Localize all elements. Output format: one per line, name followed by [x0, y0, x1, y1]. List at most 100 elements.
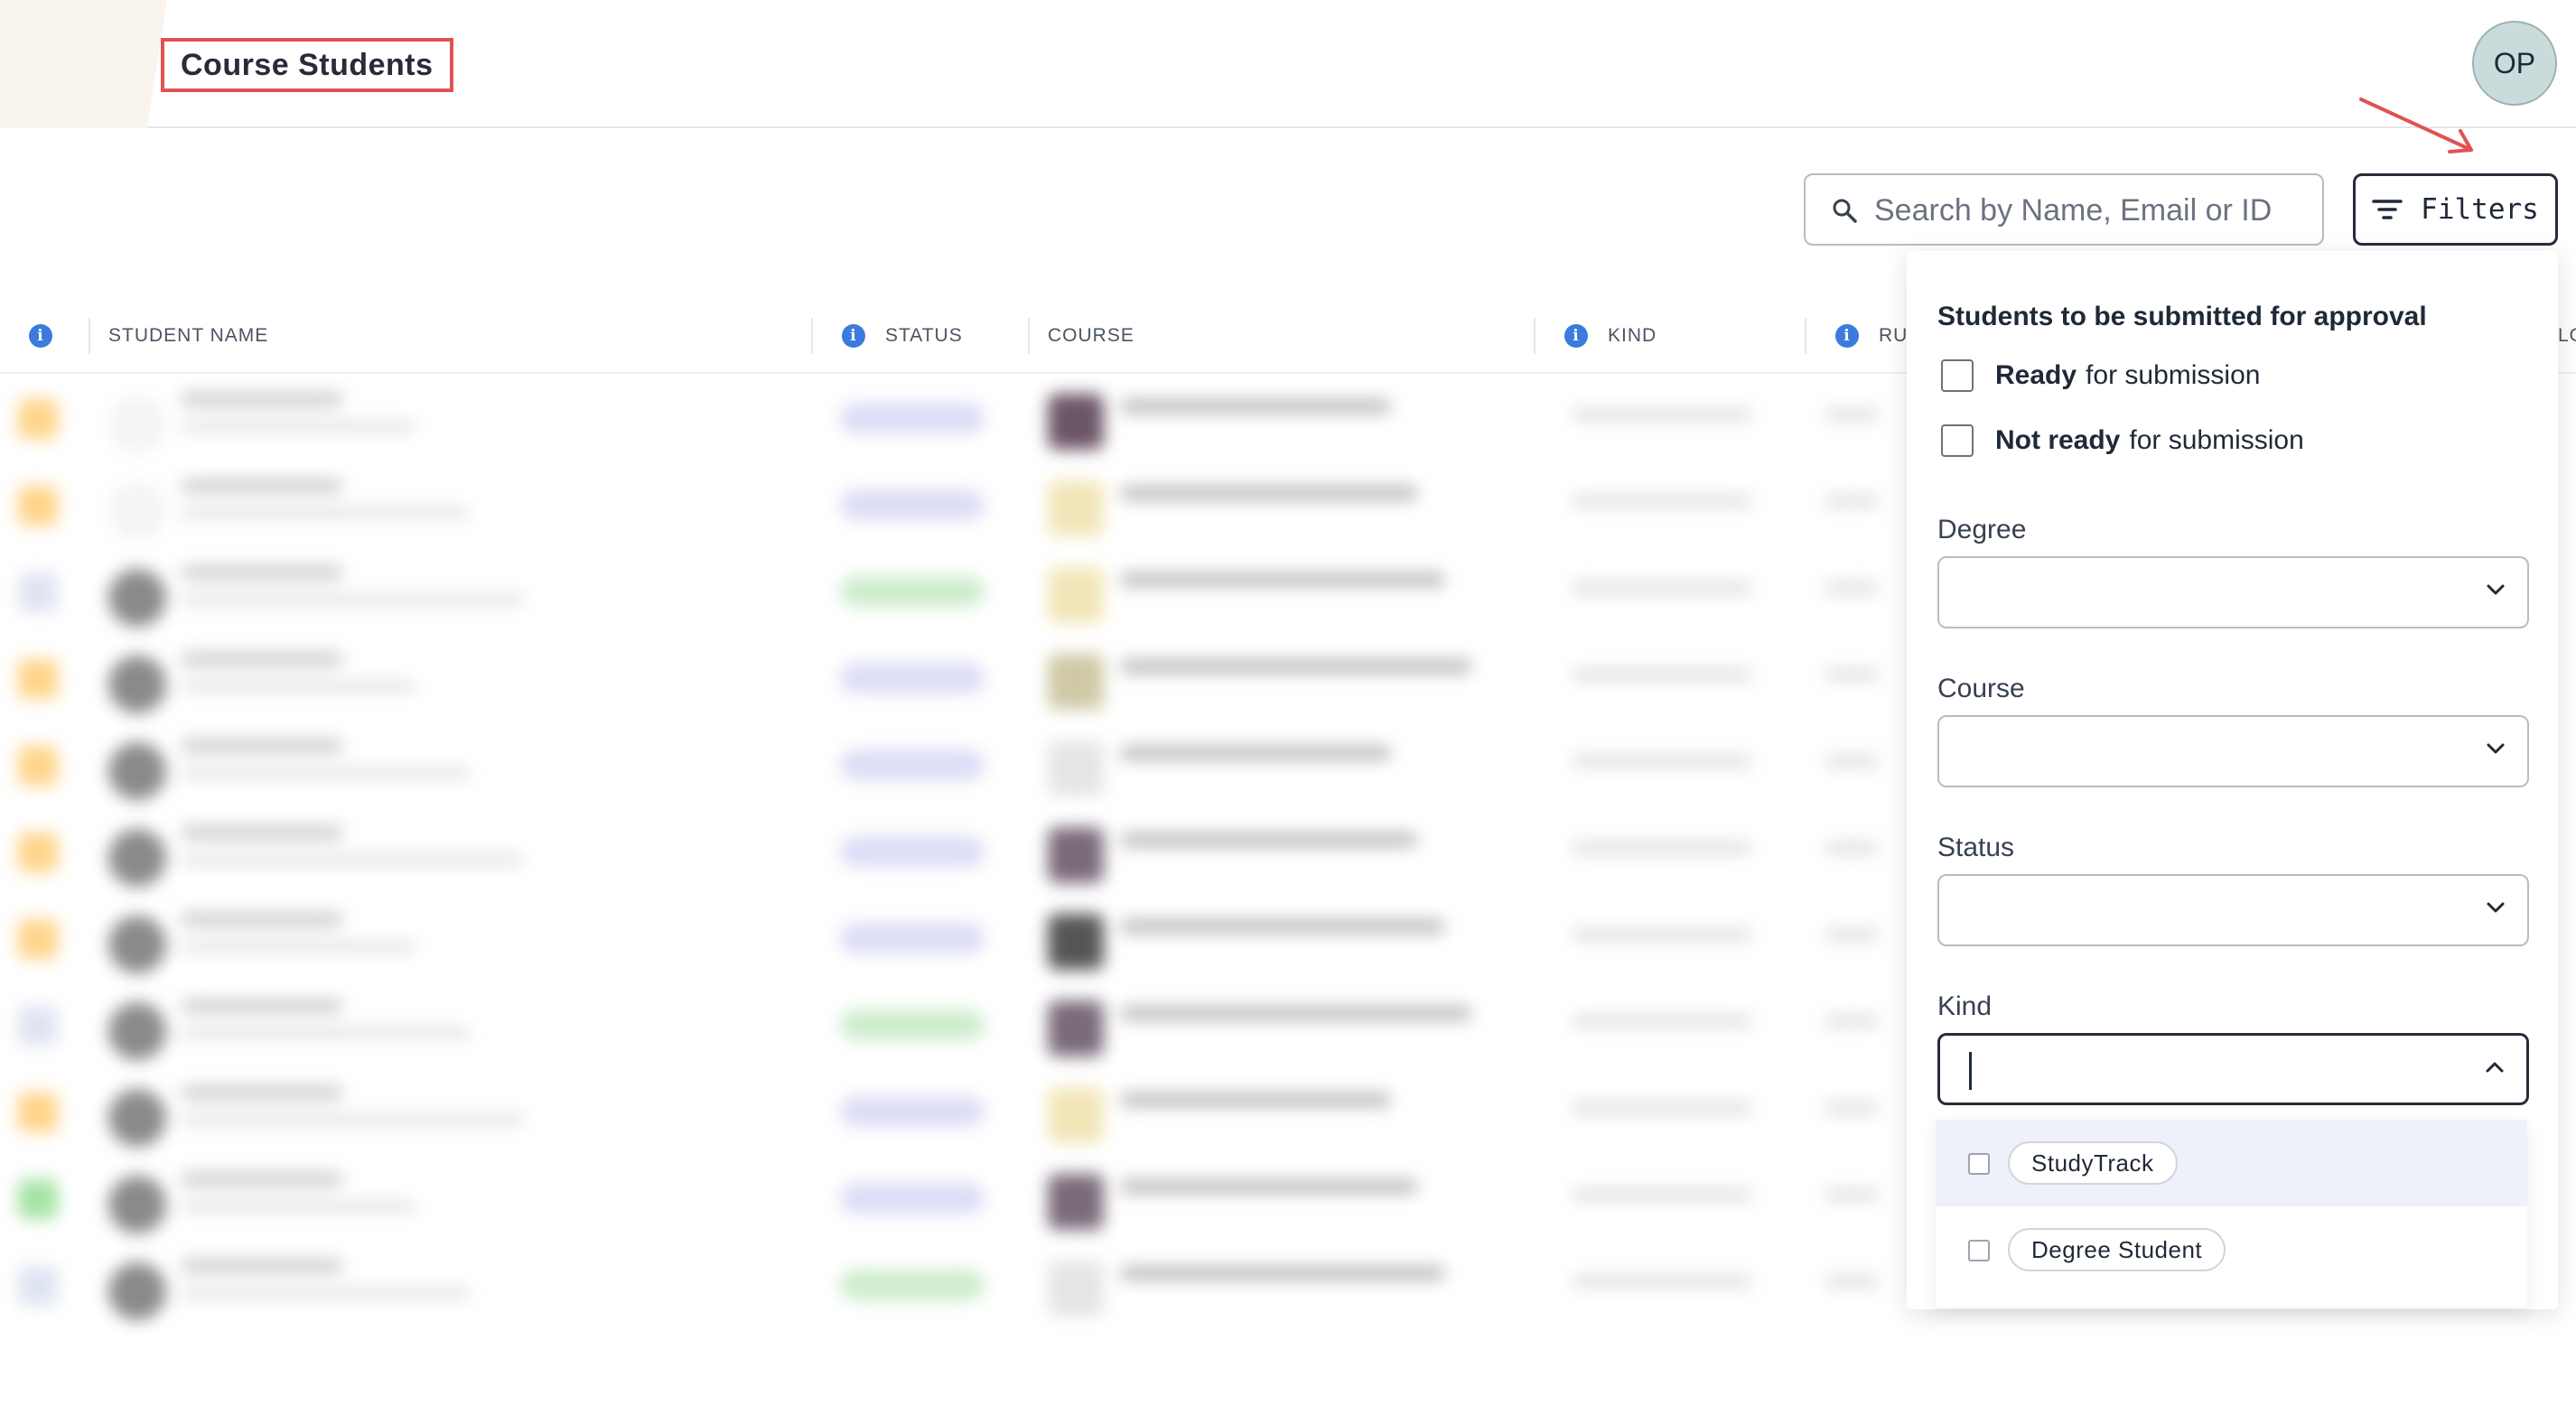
- blurred-cell: [181, 421, 415, 432]
- blurred-cell: [1825, 495, 1879, 507]
- blurred-cell: [181, 1259, 343, 1273]
- not-ready-label-rest: for submission: [2129, 425, 2304, 455]
- blurred-cell: [108, 916, 166, 973]
- col-course-label: COURSE: [1048, 325, 1134, 346]
- col-status[interactable]: i STATUS: [842, 298, 963, 374]
- kind-option-checkbox[interactable]: [1968, 1240, 1990, 1261]
- blurred-cell: [1825, 755, 1879, 768]
- top-bar: Course Students OP: [0, 0, 2576, 128]
- search-input[interactable]: [1874, 186, 2308, 235]
- status-select[interactable]: [1937, 874, 2529, 946]
- blurred-cell: [1572, 1015, 1752, 1028]
- col-lo-label: LO: [2558, 325, 2576, 346]
- blurred-cell: [1120, 1093, 1391, 1107]
- blurred-cell: [1572, 1188, 1752, 1201]
- kind-options-list: StudyTrack Degree Student: [1936, 1120, 2527, 1307]
- blurred-cell: [1572, 1102, 1752, 1114]
- col-student-name-label: STUDENT NAME: [108, 325, 269, 346]
- blurred-cell: [1120, 399, 1391, 414]
- blurred-cell: [1825, 582, 1879, 594]
- annotation-arrow-icon: [2359, 98, 2473, 154]
- ready-for-submission-checkbox[interactable]: [1941, 359, 1974, 392]
- blurred-cell: [1825, 668, 1879, 681]
- blurred-cell: [1825, 1188, 1879, 1201]
- kind-option-studytrack[interactable]: StudyTrack: [1936, 1120, 2527, 1206]
- blurred-cell: [1572, 495, 1752, 507]
- blurred-cell: [1048, 740, 1104, 796]
- search-box[interactable]: [1804, 173, 2324, 246]
- column-divider: [1028, 318, 1030, 354]
- course-select[interactable]: [1937, 715, 2529, 787]
- blurred-cell: [840, 576, 985, 607]
- col-lo[interactable]: LO: [2558, 298, 2576, 374]
- info-icon[interactable]: i: [1835, 324, 1859, 348]
- ready-for-submission-option[interactable]: Ready for submission: [1941, 358, 2260, 394]
- kind-select[interactable]: [1937, 1033, 2529, 1105]
- col-ru[interactable]: i RU: [1835, 298, 1908, 374]
- blurred-cell: [840, 1183, 985, 1214]
- not-ready-for-submission-option[interactable]: Not ready for submission: [1941, 423, 2304, 459]
- filters-button-label: Filters: [2421, 193, 2539, 226]
- degree-label: Degree: [1937, 515, 2027, 544]
- chevron-up-icon: [2486, 1062, 2504, 1073]
- col-kind[interactable]: i KIND: [1564, 298, 1657, 374]
- blurred-cell: [181, 941, 415, 952]
- col-student-name[interactable]: STUDENT NAME: [108, 298, 268, 374]
- info-icon[interactable]: i: [29, 324, 52, 348]
- blurred-cell: [108, 829, 166, 887]
- blurred-cell: [1048, 567, 1104, 623]
- blurred-cell: [18, 1266, 58, 1306]
- blurred-cell: [1825, 408, 1879, 421]
- blurred-cell: [1825, 1015, 1879, 1028]
- col-ru-label: RU: [1879, 325, 1909, 346]
- blurred-cell: [1120, 1266, 1445, 1280]
- kind-option-degree-student[interactable]: Degree Student: [1936, 1206, 2527, 1293]
- chevron-down-icon: [2487, 584, 2505, 595]
- blurred-cell: [18, 1006, 58, 1046]
- col-kind-label: KIND: [1608, 325, 1657, 346]
- chevron-down-icon: [2487, 902, 2505, 913]
- degree-select[interactable]: [1937, 556, 2529, 628]
- blurred-cell: [181, 681, 415, 692]
- course-label: Course: [1937, 674, 2025, 703]
- blurred-cell: [181, 912, 343, 926]
- blurred-cell: [840, 1096, 985, 1127]
- blurred-cell: [181, 825, 343, 840]
- ready-label-rest: for submission: [2086, 360, 2261, 390]
- column-divider: [1534, 318, 1535, 354]
- header-decoration: [0, 0, 167, 128]
- blurred-cell: [1120, 919, 1445, 934]
- blurred-cell: [181, 594, 524, 605]
- blurred-cell: [108, 656, 166, 713]
- blurred-cell: [18, 833, 58, 872]
- blurred-cell: [181, 392, 343, 406]
- user-avatar[interactable]: OP: [2472, 21, 2557, 106]
- blurred-cell: [181, 652, 343, 666]
- kind-option-checkbox[interactable]: [1968, 1153, 1990, 1175]
- blurred-cell: [1572, 1275, 1752, 1288]
- kind-option-chip: StudyTrack: [2008, 1141, 2178, 1185]
- blurred-cell: [1825, 1275, 1879, 1288]
- blurred-cell: [840, 1270, 985, 1300]
- search-icon: [1833, 199, 1857, 223]
- text-cursor: [1969, 1052, 1972, 1090]
- blurred-cell: [1048, 394, 1104, 450]
- not-ready-for-submission-checkbox[interactable]: [1941, 424, 1974, 457]
- blurred-cell: [18, 919, 58, 959]
- kind-option-chip: Degree Student: [2008, 1228, 2226, 1271]
- kind-label: Kind: [1937, 991, 1993, 1021]
- blurred-cell: [181, 1114, 524, 1125]
- blurred-cell: [1825, 842, 1879, 854]
- filters-button[interactable]: Filters: [2353, 173, 2558, 246]
- blurred-cell: [108, 395, 166, 453]
- blurred-cell: [1572, 755, 1752, 768]
- blurred-cell: [181, 1085, 343, 1100]
- blurred-cell: [108, 742, 166, 800]
- info-icon[interactable]: i: [842, 324, 865, 348]
- blurred-cell: [1825, 928, 1879, 941]
- info-icon[interactable]: i: [1564, 324, 1588, 348]
- col-course[interactable]: COURSE: [1048, 298, 1134, 374]
- blurred-cell: [1048, 1261, 1104, 1317]
- blurred-cell: [181, 854, 524, 865]
- filter-icon: [2372, 200, 2403, 219]
